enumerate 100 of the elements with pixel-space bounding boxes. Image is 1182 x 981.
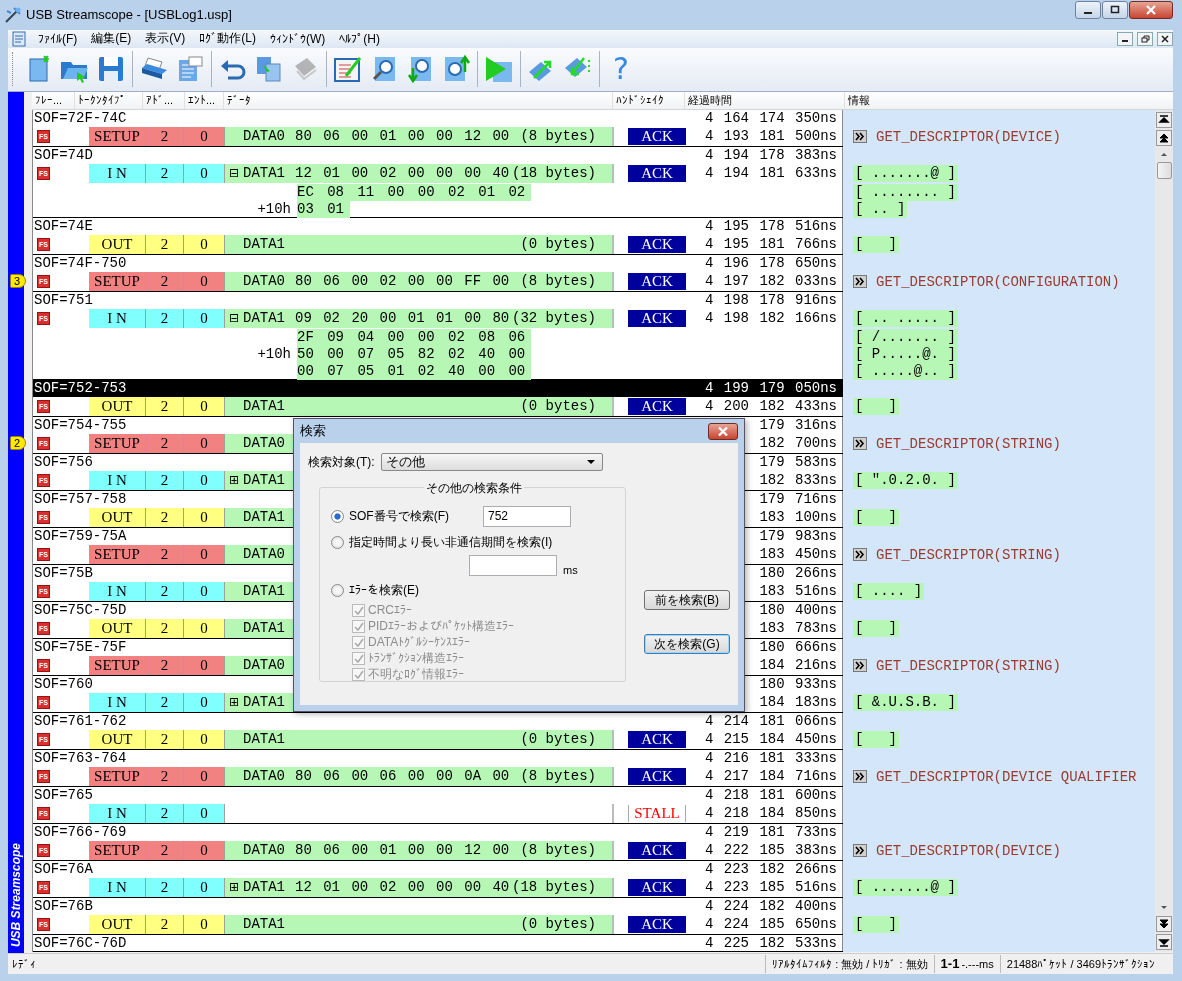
column-header[interactable]: 情報 [845, 91, 1173, 109]
byte-count: (8 bytes) [520, 768, 597, 785]
page-down-icon[interactable] [1156, 915, 1172, 932]
chevron-icon[interactable] [853, 437, 867, 451]
scroll-bottom-icon[interactable] [1156, 933, 1172, 950]
frame-row[interactable]: SOF=74D 4 194 178 383ns [33, 146, 843, 164]
expand-toggle[interactable]: ⊞ [228, 696, 240, 709]
data-pid: DATA0 [243, 657, 286, 674]
close-button[interactable] [708, 422, 738, 440]
side-label: USB Streamscope [9, 842, 23, 947]
close-button[interactable] [1157, 31, 1173, 46]
elapsed-time: 184 183ns [759, 692, 837, 712]
data-bytes: 09 02 20 00 01 01 00 80 [295, 310, 510, 327]
elapsed-time: 4 214 181 066ns [704, 712, 837, 729]
close-button[interactable] [1129, 1, 1173, 19]
frame-row[interactable]: SOF=765 4 218 181 600ns [33, 786, 843, 804]
endpoint-cell: 0 [184, 655, 225, 675]
frame-row[interactable]: SOF=76C-76D 4 225 182 533ns [33, 934, 843, 952]
chevron-icon[interactable] [853, 130, 867, 144]
search-button[interactable]: 前を検索(B) [644, 590, 730, 610]
ascii-dump: [ /....... ] [853, 328, 958, 346]
expand-toggle[interactable]: ⊞ [228, 474, 240, 487]
elapsed-time: 4 223 182 266ns [704, 860, 837, 877]
chevron-icon[interactable] [853, 548, 867, 562]
checkbox-label: 不明なﾛｸﾞ情報ｴﾗｰ [368, 665, 464, 683]
minimize-button[interactable] [1075, 1, 1101, 19]
menu-item[interactable]: 表示(V) [139, 29, 192, 48]
endpoint-cell: 0 [184, 544, 225, 564]
column-header[interactable]: ｱﾄﾞ... [143, 91, 185, 109]
chevron-icon[interactable] [853, 770, 867, 784]
byte-count: (8 bytes) [520, 273, 597, 290]
data-pid: DATA1 [243, 398, 286, 415]
chevron-icon[interactable] [853, 275, 867, 289]
elapsed-time: 4 198 182 166ns [704, 308, 837, 328]
frame-label: SOF=766-769 [33, 823, 127, 840]
column-header[interactable]: ﾌﾚｰ... [32, 91, 75, 109]
scroll-thumb[interactable] [1156, 161, 1172, 179]
endpoint-cell: 0 [184, 877, 225, 897]
frame-row[interactable]: SOF=763-764 4 216 181 333ns [33, 749, 843, 767]
token-type-cell: SETUP [89, 840, 146, 860]
elapsed-time: 4 200 182 433ns [704, 396, 837, 416]
close-icon [716, 425, 730, 437]
target-label: 検索対象(T): [308, 453, 375, 471]
expand-toggle[interactable]: ⊟ [228, 167, 240, 180]
data-bytes: 12 01 00 02 00 00 00 40 [295, 879, 510, 896]
page-up-icon[interactable] [1156, 129, 1172, 146]
search-button[interactable]: 次を検索(G) [644, 634, 730, 654]
column-header[interactable]: ﾃﾞｰﾀ [224, 91, 613, 109]
frame-row[interactable]: SOF=76A 4 223 182 266ns [33, 860, 843, 878]
menu-item[interactable]: ﾌｧｲﾙ(F) [32, 29, 84, 48]
target-dropdown[interactable]: その他 [380, 453, 603, 471]
expand-toggle[interactable]: ⊞ [228, 881, 240, 894]
menu-item[interactable]: ﾛｸﾞ動作(L) [193, 29, 262, 48]
token-type-cell: I N [89, 470, 146, 490]
expand-toggle[interactable]: ⊟ [228, 312, 240, 325]
elapsed-time: 183 783ns [759, 618, 837, 638]
byte-count: (0 bytes) [520, 236, 597, 253]
frame-row[interactable]: SOF=74F-750 4 196 178 650ns [33, 254, 843, 272]
scroll-top-icon[interactable] [1156, 111, 1172, 128]
option-label[interactable]: SOF番号で検索(F) [349, 507, 449, 525]
frame-row[interactable]: SOF=766-769 4 219 181 733ns [33, 823, 843, 841]
sof-number-field[interactable]: 752 [483, 505, 571, 527]
frame-row[interactable]: SOF=751 4 198 178 916ns [33, 291, 843, 309]
column-header[interactable]: 経過時間 [685, 91, 845, 109]
frame-row[interactable]: SOF=76B 4 224 182 400ns [33, 897, 843, 915]
radio-button[interactable] [331, 509, 344, 523]
range-label: 1-1 [940, 955, 960, 973]
data-pid: DATA0 [243, 768, 286, 785]
radio-button[interactable] [331, 583, 344, 597]
address-cell: 2 [146, 308, 184, 328]
handshake-badge: ACK [628, 915, 686, 933]
column-header[interactable]: ｴﾝﾄ... [185, 91, 224, 109]
restore-button[interactable] [1137, 31, 1153, 46]
minimize-button[interactable] [1117, 31, 1133, 46]
menu-item[interactable]: ﾍﾙﾌﾟ(H) [333, 29, 386, 48]
menu-item[interactable]: 編集(E) [85, 29, 138, 48]
column-header[interactable]: ﾄｰｸﾝﾀｲﾌﾟ [75, 91, 143, 109]
ascii-dump: [ ] [853, 916, 899, 934]
token-type-cell: SETUP [89, 766, 146, 786]
option-label[interactable]: 指定時間より長い非通信期間を検索(I) [349, 533, 553, 551]
chevron-icon[interactable] [853, 659, 867, 673]
duration-field[interactable] [469, 555, 557, 576]
option-label[interactable]: ｴﾗｰを検索(E) [349, 581, 419, 599]
maximize-button[interactable] [1102, 1, 1128, 19]
handshake-badge: ACK [628, 767, 686, 785]
frame-row[interactable]: SOF=761-762 4 214 181 066ns [33, 712, 843, 730]
radio-button[interactable] [331, 535, 344, 549]
menu-item[interactable]: ｳｨﾝﾄﾞｳ(W) [264, 29, 332, 48]
checkbox-label: DATAﾄｸﾞﾙｼｰｹﾝｽｴﾗｰ [368, 635, 471, 649]
endpoint-cell: 0 [184, 470, 225, 490]
handshake-badge: ACK [628, 164, 686, 182]
column-header[interactable]: ﾊﾝﾄﾞｼｪｲｸ [613, 91, 685, 109]
scrollbar[interactable] [1155, 109, 1173, 952]
chevron-icon[interactable] [853, 844, 867, 858]
elapsed-time: 180 933ns [759, 675, 837, 692]
endpoint-cell: 0 [184, 803, 225, 823]
checkbox-label: ﾄﾗﾝｻﾞｸｼｮﾝ構造ｴﾗｰ [368, 649, 464, 667]
frame-row[interactable]: SOF=74E 4 195 178 516ns [33, 217, 843, 235]
token-type-cell: I N [89, 308, 146, 328]
frame-row[interactable]: SOF=72F-74C 4 164 174 350ns [33, 109, 843, 127]
